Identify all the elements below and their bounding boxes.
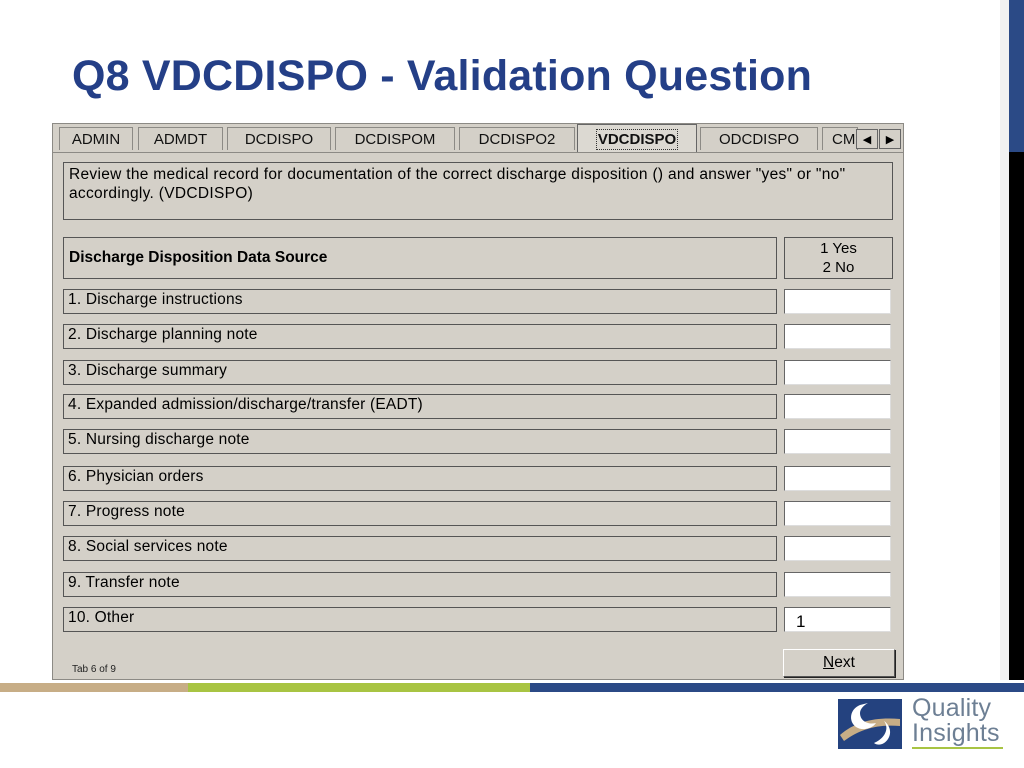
source-row-label: 7. Progress note	[63, 501, 777, 526]
source-row-answer-input[interactable]	[784, 429, 891, 454]
tab-counter: Tab 6 of 9	[72, 664, 116, 675]
tab-dcdispo[interactable]: DCDISPO	[227, 127, 331, 150]
tab-dcdispo2[interactable]: DCDISPO2	[459, 127, 575, 150]
table-header-options: 1 Yes 2 No	[784, 237, 893, 279]
source-row-answer-input[interactable]	[784, 360, 891, 385]
logo-underline	[912, 747, 1003, 749]
tab-odcdispo[interactable]: ODCDISPO	[700, 127, 818, 150]
quality-insights-logo: Quality Insights	[838, 694, 1008, 753]
slide-title: Q8 VDCDISPO - Validation Question	[72, 52, 813, 100]
tab-dcdispom[interactable]: DCDISPOM	[335, 127, 455, 150]
tab-admdt[interactable]: ADMDT	[138, 127, 223, 150]
tab-cm[interactable]: CM	[822, 127, 858, 150]
source-row-answer-input[interactable]	[784, 394, 891, 419]
slide-edge-black	[1009, 152, 1024, 680]
footer-band-green	[188, 683, 530, 692]
tab-panel-divider	[53, 152, 903, 153]
option-yes-label: 1 Yes	[820, 240, 857, 257]
source-row-label: 1. Discharge instructions	[63, 289, 777, 314]
source-row-label: 5. Nursing discharge note	[63, 429, 777, 454]
next-button[interactable]: Next	[783, 649, 895, 677]
source-row-answer-input[interactable]	[784, 536, 891, 561]
source-row-answer-input[interactable]	[784, 289, 891, 314]
option-no-label: 2 No	[822, 259, 855, 276]
tab-scroll-left-icon[interactable]: ◀	[856, 129, 878, 149]
source-row-label: 9. Transfer note	[63, 572, 777, 597]
source-row-answer-input[interactable]	[784, 572, 891, 597]
table-header-label: Discharge Disposition Data Source	[63, 237, 777, 279]
source-row-label: 2. Discharge planning note	[63, 324, 777, 349]
abstraction-dialog: ADMIN ADMDT DCDISPO DCDISPOM DCDISPO2 VD…	[52, 123, 904, 680]
source-row-answer-input[interactable]	[784, 466, 891, 491]
footer-band-tan	[0, 683, 188, 692]
question-instruction: Review the medical record for documentat…	[63, 162, 893, 220]
tab-strip: ADMIN ADMDT DCDISPO DCDISPOM DCDISPO2 VD…	[53, 124, 903, 153]
source-row-answer-input[interactable]	[784, 501, 891, 526]
logo-wordmark: Quality Insights	[912, 694, 1000, 747]
source-row-answer-input[interactable]	[784, 607, 891, 632]
tab-vdcdispo[interactable]: VDCDISPO	[577, 124, 697, 153]
footer-band-blue	[530, 683, 1024, 692]
source-row-label: 3. Discharge summary	[63, 360, 777, 385]
slide-edge-blue	[1009, 0, 1024, 152]
tab-admin[interactable]: ADMIN	[59, 127, 133, 150]
source-row-label: 4. Expanded admission/discharge/transfer…	[63, 394, 777, 419]
source-row-label: 8. Social services note	[63, 536, 777, 561]
tab-scroll-right-icon[interactable]: ▶	[879, 129, 901, 149]
slide-edge-gray	[1000, 0, 1009, 680]
source-row-answer-input[interactable]	[784, 324, 891, 349]
source-row-label: 6. Physician orders	[63, 466, 777, 491]
quality-insights-logo-icon	[838, 699, 902, 749]
source-row-label: 10. Other	[63, 607, 777, 632]
